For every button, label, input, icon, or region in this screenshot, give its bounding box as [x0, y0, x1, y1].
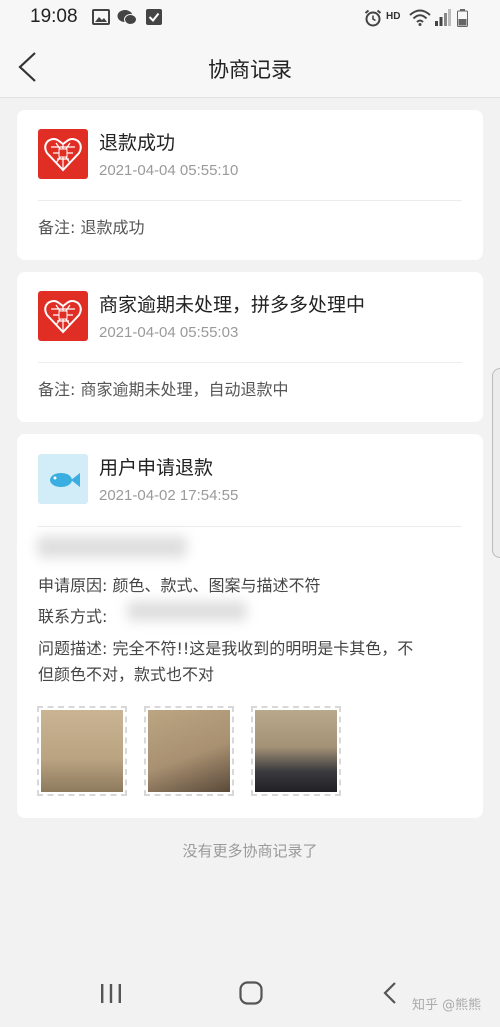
evidence-photo-2[interactable] [144, 706, 234, 796]
refund-reason: 申请原因: 颜色、款式、图案与描述不符 [38, 576, 321, 595]
evidence-photo-3[interactable] [251, 706, 341, 796]
wifi-icon [409, 9, 431, 26]
signal-icon [435, 9, 451, 26]
package-photo [255, 710, 337, 792]
evidence-photo-1[interactable] [37, 706, 127, 796]
record-card: 用户申请退款 2021-04-02 17:54:55 申请原因: 颜色、款式、图… [17, 434, 483, 818]
contact-label: 联系方式: [38, 607, 108, 626]
back-nav-icon[interactable] [380, 980, 402, 1006]
divider [38, 200, 462, 201]
recent-apps-icon[interactable] [98, 982, 124, 1006]
edge-panel-handle[interactable] [492, 368, 500, 558]
record-time: 2021-04-04 05:55:03 [99, 324, 239, 341]
record-time: 2021-04-04 05:55:10 [99, 162, 239, 179]
record-title: 用户申请退款 [99, 457, 214, 479]
nav-bar: 协商记录 [0, 36, 500, 98]
pinduoduo-logo-icon [38, 129, 88, 179]
record-title: 退款成功 [99, 132, 176, 154]
task-check-icon [146, 9, 162, 25]
network-label: HD [386, 11, 401, 22]
status-time: 19:08 [30, 6, 78, 27]
divider [38, 526, 462, 527]
battery-icon [457, 9, 468, 27]
problem-description-cont: 但颜色不对，款式也不对 [38, 665, 215, 684]
pinduoduo-logo-icon [38, 291, 88, 341]
khaki-skirt-photo [41, 710, 123, 792]
status-bar: 19:08 HD [0, 0, 500, 36]
record-card: 商家逾期未处理，拼多多处理中 2021-04-04 05:55:03 备注: 商… [17, 272, 483, 422]
khaki-skirt-tag-photo [148, 710, 230, 792]
record-title: 商家逾期未处理，拼多多处理中 [99, 294, 366, 316]
record-time: 2021-04-02 17:54:55 [99, 487, 239, 504]
redacted-contact [127, 601, 247, 621]
no-more-records: 没有更多协商记录了 [182, 842, 318, 860]
record-card: 退款成功 2021-04-04 05:55:10 备注: 退款成功 [17, 110, 483, 260]
divider [38, 362, 462, 363]
home-icon[interactable] [238, 980, 264, 1006]
problem-description: 问题描述: 完全不符!!这是我收到的明明是卡其色，不 [38, 639, 414, 658]
record-note: 备注: 商家逾期未处理，自动退款中 [38, 380, 289, 399]
zhihu-watermark: 知乎 @熊熊 [412, 998, 482, 1013]
page-title: 协商记录 [208, 58, 292, 82]
user-avatar-fish-icon [38, 454, 88, 504]
record-note: 备注: 退款成功 [38, 218, 145, 237]
redacted-text [37, 536, 187, 558]
alarm-icon [364, 9, 382, 27]
wechat-icon [117, 10, 137, 25]
gallery-icon [92, 9, 110, 25]
